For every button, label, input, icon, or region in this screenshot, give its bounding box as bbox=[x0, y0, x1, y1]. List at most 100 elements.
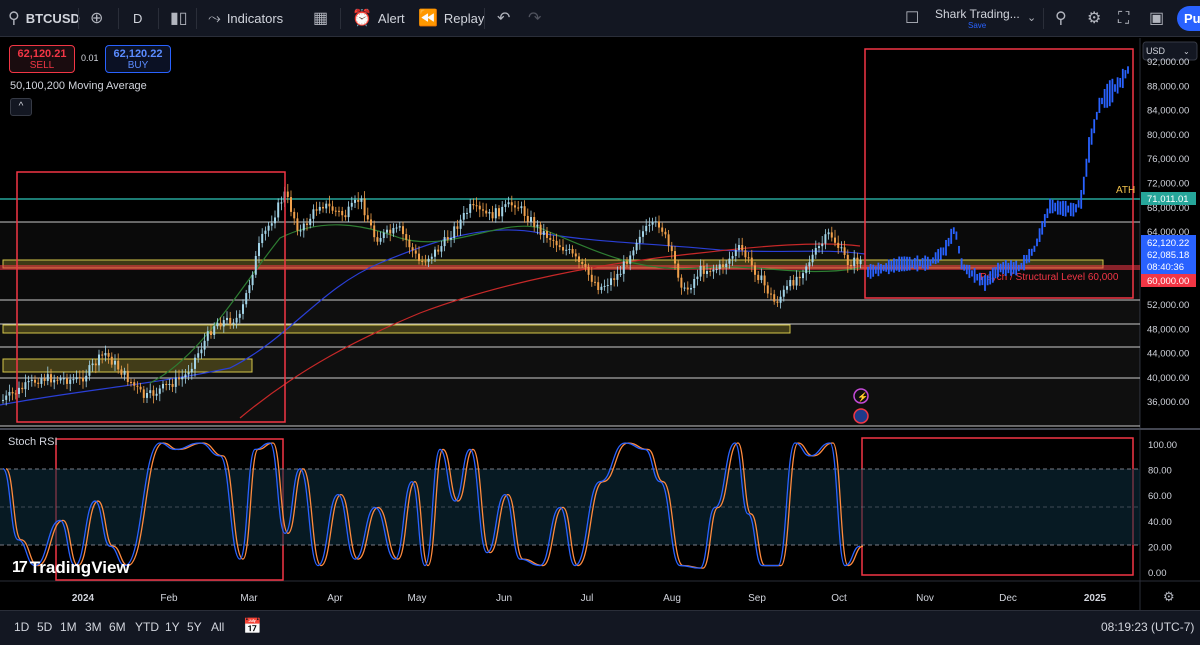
projection-bar bbox=[1088, 137, 1090, 163]
candle-body bbox=[130, 381, 132, 383]
redo-button[interactable]: ↷ bbox=[528, 0, 541, 37]
candle-body bbox=[354, 199, 356, 203]
stoch-rsi-legend[interactable]: Stoch RSI bbox=[8, 436, 58, 448]
projection-bar bbox=[1108, 80, 1111, 107]
projection-bar bbox=[1007, 262, 1010, 274]
projection-bar bbox=[926, 256, 929, 270]
projection-bar bbox=[906, 256, 908, 271]
candle-body bbox=[184, 374, 187, 378]
projection-bar bbox=[1020, 262, 1023, 270]
time-axis[interactable]: 2024 Feb Mar Apr May Jun Jul Aug Sep Oct Nov Dec 202… bbox=[72, 593, 1107, 604]
projection-bar bbox=[1090, 128, 1093, 145]
tradingview-logo[interactable]: 17 TradingView bbox=[12, 558, 130, 578]
projection-bar bbox=[1059, 201, 1062, 215]
candle-body bbox=[30, 379, 33, 381]
templates-button[interactable]: ▦ bbox=[313, 0, 328, 37]
projection-bar bbox=[1002, 262, 1005, 274]
layout-save-label[interactable]: Save bbox=[968, 21, 986, 30]
sell-button[interactable]: 62,120.21 SELL bbox=[9, 45, 75, 73]
candle-body bbox=[763, 275, 766, 286]
divider bbox=[158, 8, 159, 29]
fullscreen-icon: ⛶ bbox=[1118, 9, 1130, 27]
candle-body bbox=[328, 203, 331, 207]
candle-body bbox=[315, 209, 318, 211]
quick-search-button[interactable]: ⚲ bbox=[1055, 0, 1067, 37]
buy-button[interactable]: 62,120.22 BUY bbox=[105, 45, 171, 73]
candle-body bbox=[290, 197, 292, 212]
range-button-all[interactable]: All bbox=[211, 620, 224, 634]
projection-bar bbox=[1051, 199, 1054, 214]
candle-body bbox=[366, 215, 369, 220]
collapse-legend-button[interactable]: ^ bbox=[10, 98, 32, 116]
projection-bar bbox=[867, 266, 869, 278]
range-button-1y[interactable]: 1Y bbox=[165, 620, 180, 634]
add-symbol-button[interactable]: ⊕ bbox=[90, 0, 103, 37]
candle-body bbox=[421, 260, 424, 262]
projection-bar bbox=[1072, 203, 1075, 217]
chart-type-button[interactable]: ▮▯ bbox=[170, 0, 188, 37]
layout-button[interactable]: ☐ bbox=[905, 0, 919, 37]
range-button-5y[interactable]: 5Y bbox=[187, 620, 202, 634]
projection-bar bbox=[1119, 77, 1122, 88]
projection-bar bbox=[1015, 260, 1018, 276]
projection-bar bbox=[895, 258, 898, 271]
moving-average-legend[interactable]: 50,100,200 Moving Average bbox=[10, 80, 147, 92]
interval-button[interactable]: D bbox=[133, 0, 142, 37]
symbol-search[interactable]: ⚲ BTCUSD bbox=[8, 0, 80, 37]
settings-button[interactable]: ⚙ bbox=[1087, 0, 1101, 37]
candle-body bbox=[34, 379, 36, 383]
projection-bar bbox=[981, 277, 984, 286]
candle-body bbox=[149, 390, 152, 393]
axis-settings-icon[interactable]: ⚙ bbox=[1163, 589, 1175, 604]
lightning-glyph: ⚡ bbox=[857, 391, 868, 403]
range-button-ytd[interactable]: YTD bbox=[135, 620, 159, 634]
candle-body bbox=[600, 286, 603, 290]
candle-body bbox=[613, 278, 616, 280]
candle-body bbox=[466, 212, 468, 214]
candle-body bbox=[731, 256, 734, 259]
candle-body bbox=[171, 383, 174, 387]
candle-body bbox=[334, 210, 337, 212]
candle-body bbox=[738, 244, 740, 251]
us-flag-event-icon[interactable] bbox=[853, 408, 869, 424]
candle-body bbox=[501, 206, 504, 217]
alert-button[interactable]: ⏰ Alert bbox=[352, 0, 405, 37]
indicators-button[interactable]: ⤳ Indicators bbox=[208, 0, 283, 37]
candle-body bbox=[267, 225, 270, 231]
candle-body bbox=[626, 261, 628, 264]
projection-bar bbox=[1046, 208, 1049, 219]
projection-bar bbox=[984, 275, 986, 291]
candle-body bbox=[590, 274, 593, 282]
divider bbox=[340, 8, 341, 29]
candle-body bbox=[475, 205, 478, 207]
undo-button[interactable]: ↶ bbox=[497, 0, 510, 37]
candle-body bbox=[680, 277, 683, 288]
candle-body bbox=[56, 379, 59, 381]
publish-button[interactable]: Pu bbox=[1177, 6, 1200, 31]
candle-body bbox=[709, 271, 712, 273]
candle-body bbox=[264, 230, 267, 234]
fullscreen-button[interactable]: ⛶ bbox=[1118, 0, 1129, 37]
candle-body bbox=[117, 360, 120, 370]
range-button-1m[interactable]: 1M bbox=[60, 620, 77, 634]
range-button-6m[interactable]: 6M bbox=[109, 620, 126, 634]
candle-body bbox=[123, 370, 126, 375]
layout-name[interactable]: Shark Trading... bbox=[935, 7, 1020, 21]
screenshot-button[interactable]: ▣ bbox=[1149, 0, 1164, 37]
range-button-5d[interactable]: 5D bbox=[37, 620, 52, 634]
candle-body bbox=[661, 227, 664, 232]
candle-body bbox=[82, 377, 84, 382]
candle-body bbox=[437, 249, 440, 252]
replay-button[interactable]: ⏪ Replay bbox=[418, 0, 484, 37]
clock-timezone[interactable]: 08:19:23 (UTC-7) bbox=[1101, 620, 1194, 634]
candle-body bbox=[491, 212, 494, 219]
calendar-icon[interactable]: 📅 bbox=[243, 617, 262, 635]
range-button-1d[interactable]: 1D bbox=[14, 620, 29, 634]
spread-value: 0.01 bbox=[81, 53, 99, 63]
range-button-3m[interactable]: 3M bbox=[85, 620, 102, 634]
projection-bar bbox=[1043, 214, 1046, 228]
layout-menu-button[interactable]: ⌄ bbox=[1027, 0, 1036, 37]
candle-body bbox=[773, 294, 776, 302]
chart-canvas[interactable]: Psych / Structural Level 60,000 ⚡ USD ⌄ … bbox=[0, 38, 1200, 610]
indicators-label: Indicators bbox=[226, 11, 284, 26]
